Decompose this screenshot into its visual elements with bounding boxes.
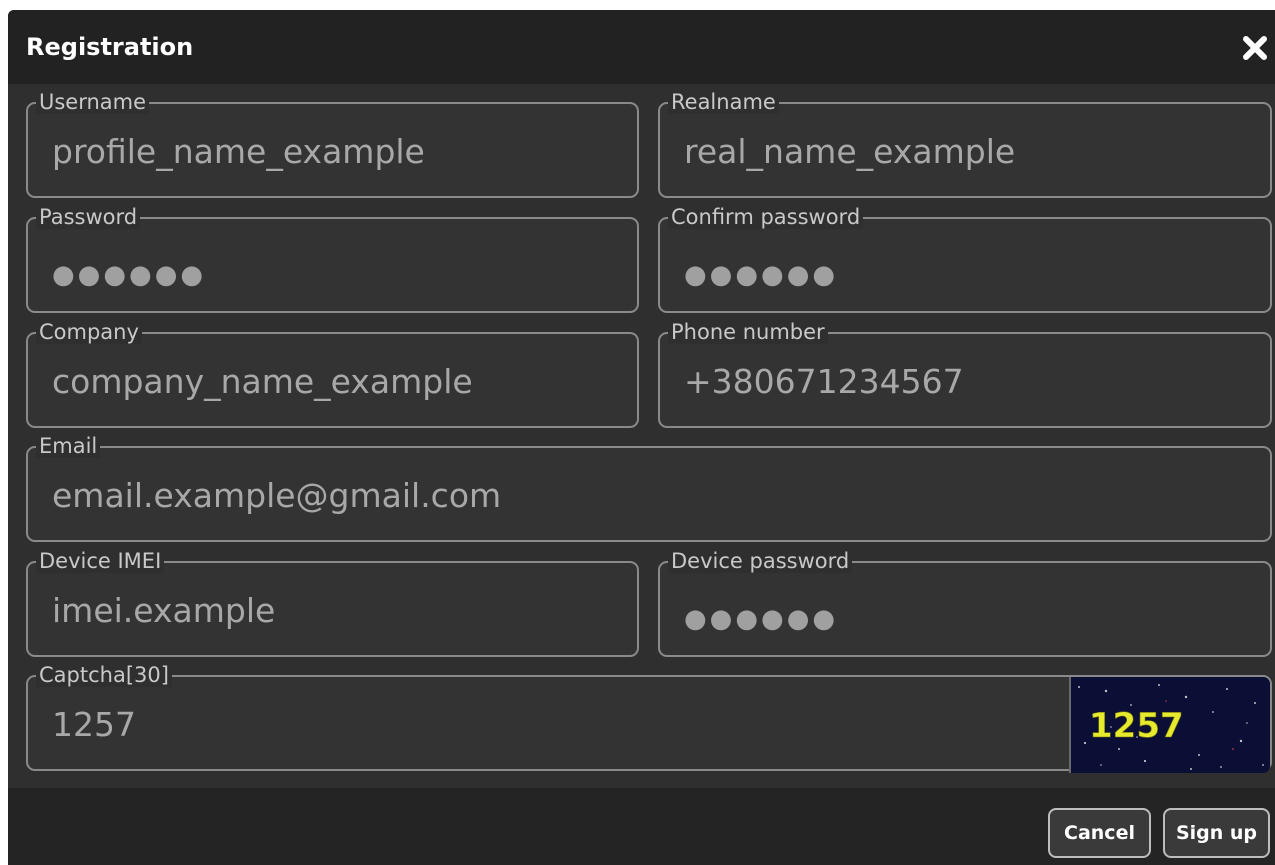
password-label: Password bbox=[36, 205, 141, 229]
company-input[interactable]: company_name_example bbox=[52, 362, 627, 402]
username-label: Username bbox=[36, 90, 150, 114]
device-password-field[interactable]: Device password ●●●●●● bbox=[658, 549, 1272, 657]
dialog-titlebar: Registration bbox=[8, 10, 1275, 84]
close-icon[interactable] bbox=[1239, 32, 1271, 64]
username-field[interactable]: Username profile_name_example bbox=[26, 90, 639, 198]
captcha-stars: 1257 bbox=[1078, 684, 1264, 770]
captcha-image: 1257 bbox=[1069, 677, 1270, 773]
dialog-title: Registration bbox=[26, 33, 194, 61]
registration-dialog: Registration Username profile_name_examp… bbox=[8, 10, 1275, 865]
email-input[interactable]: email.example@gmail.com bbox=[52, 476, 1260, 516]
captcha-code-text: 1257 bbox=[1089, 706, 1184, 746]
device-password-label: Device password bbox=[668, 549, 853, 573]
email-label: Email bbox=[36, 434, 101, 458]
captcha-input[interactable]: 1257 bbox=[52, 705, 1055, 745]
captcha-label: Captcha[30] bbox=[36, 663, 172, 687]
password-input[interactable]: ●●●●●● bbox=[52, 255, 627, 295]
device-imei-field[interactable]: Device IMEI imei.example bbox=[26, 549, 639, 657]
sign-up-button[interactable]: Sign up bbox=[1163, 808, 1270, 858]
password-field[interactable]: Password ●●●●●● bbox=[26, 205, 639, 313]
realname-input[interactable]: real_name_example bbox=[684, 132, 1260, 172]
company-label: Company bbox=[36, 320, 142, 344]
device-imei-label: Device IMEI bbox=[36, 549, 165, 573]
phone-number-field[interactable]: Phone number +380671234567 bbox=[658, 320, 1272, 428]
realname-field[interactable]: Realname real_name_example bbox=[658, 90, 1272, 198]
company-field[interactable]: Company company_name_example bbox=[26, 320, 639, 428]
email-field[interactable]: Email email.example@gmail.com bbox=[26, 434, 1272, 542]
device-password-input[interactable]: ●●●●●● bbox=[684, 599, 1260, 639]
confirm-password-label: Confirm password bbox=[668, 205, 864, 229]
username-input[interactable]: profile_name_example bbox=[52, 132, 627, 172]
realname-label: Realname bbox=[668, 90, 779, 114]
confirm-password-input[interactable]: ●●●●●● bbox=[684, 255, 1260, 295]
phone-number-label: Phone number bbox=[668, 320, 828, 344]
phone-number-input[interactable]: +380671234567 bbox=[684, 362, 1260, 402]
device-imei-input[interactable]: imei.example bbox=[52, 591, 627, 631]
captcha-field[interactable]: Captcha[30] 1257 1257 bbox=[26, 663, 1272, 773]
confirm-password-field[interactable]: Confirm password ●●●●●● bbox=[658, 205, 1272, 313]
cancel-button[interactable]: Cancel bbox=[1048, 808, 1151, 858]
